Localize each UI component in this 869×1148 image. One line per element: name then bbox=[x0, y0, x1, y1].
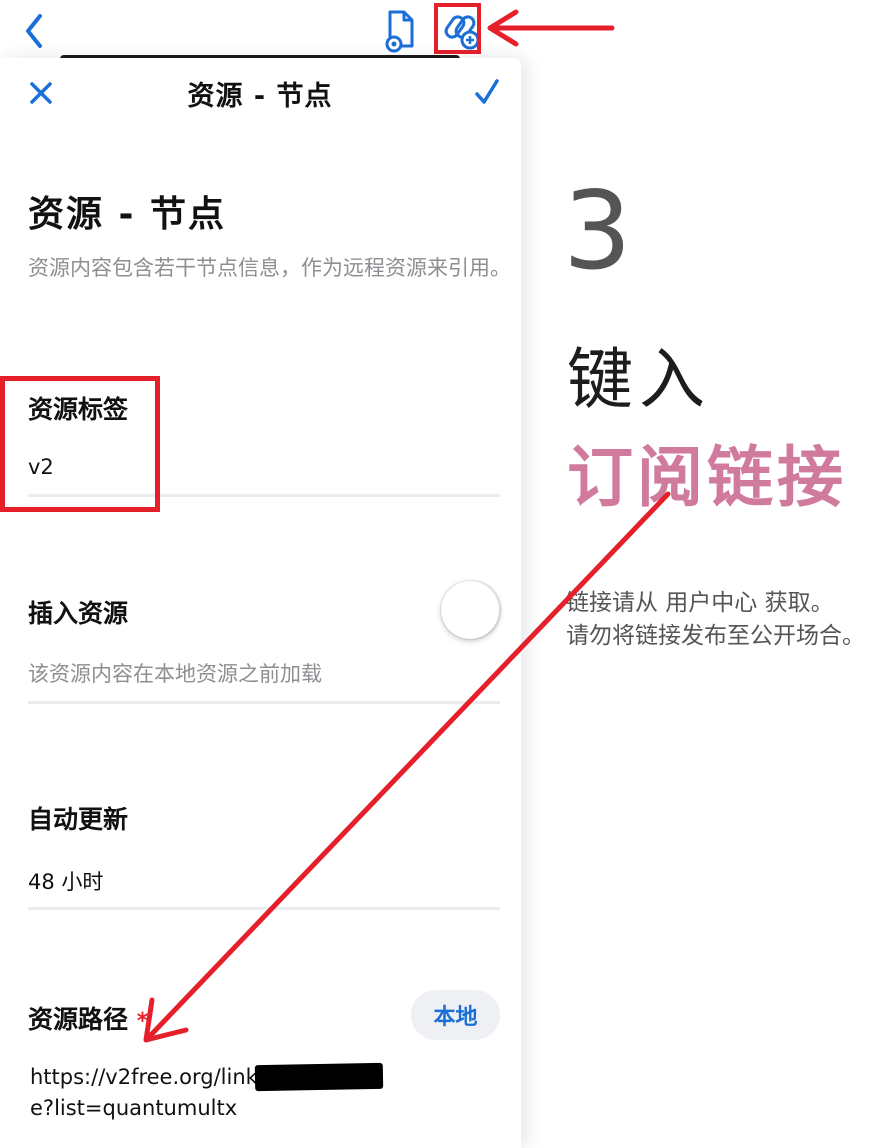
step-action: 键入 bbox=[567, 341, 711, 418]
back-button[interactable] bbox=[18, 10, 52, 52]
divider bbox=[28, 907, 500, 910]
confirm-button[interactable] bbox=[472, 76, 502, 108]
step-note-line2: 请勿将链接发布至公开场合。 bbox=[566, 623, 865, 649]
url-prefix: https://v2free.org/link/k bbox=[30, 1065, 278, 1089]
pointer-arrow-icon bbox=[487, 9, 615, 47]
document-settings-button[interactable] bbox=[380, 8, 420, 54]
insert-note: 该资源内容在本地资源之前加载 bbox=[28, 662, 322, 686]
redaction-bar bbox=[254, 1062, 384, 1092]
insert-label: 插入资源 bbox=[28, 599, 129, 628]
checkmark-icon bbox=[475, 79, 499, 104]
auto-update-label: 自动更新 bbox=[28, 805, 129, 834]
step-target: 订阅链接 bbox=[567, 439, 847, 516]
page-description: 资源内容包含若干节点信息，作为远程资源来引用。 bbox=[28, 256, 511, 280]
path-label: 资源路径 * bbox=[28, 1000, 148, 1036]
page-title: 资源 - 节点 bbox=[28, 194, 227, 235]
highlight-box-top bbox=[434, 3, 481, 54]
document-gear-icon bbox=[385, 10, 414, 53]
chevron-left-icon bbox=[26, 14, 42, 48]
auto-update-value[interactable]: 48 小时 bbox=[28, 866, 103, 896]
url-suffix: e?list=quantumultx bbox=[30, 1096, 238, 1120]
toggle-knob bbox=[441, 581, 499, 639]
close-icon bbox=[30, 82, 52, 104]
insert-toggle[interactable] bbox=[440, 580, 502, 640]
step-number: 3 bbox=[563, 169, 632, 294]
path-label-text: 资源路径 bbox=[28, 1005, 129, 1034]
close-button[interactable] bbox=[26, 78, 56, 108]
local-button[interactable]: 本地 bbox=[411, 990, 500, 1040]
step-note-line1: 链接请从 用户中心 获取。 bbox=[566, 590, 834, 616]
required-marker: * bbox=[136, 1009, 149, 1034]
highlight-box-tag bbox=[0, 376, 160, 512]
divider bbox=[28, 701, 500, 704]
nav-title: 资源 - 节点 bbox=[187, 81, 333, 112]
